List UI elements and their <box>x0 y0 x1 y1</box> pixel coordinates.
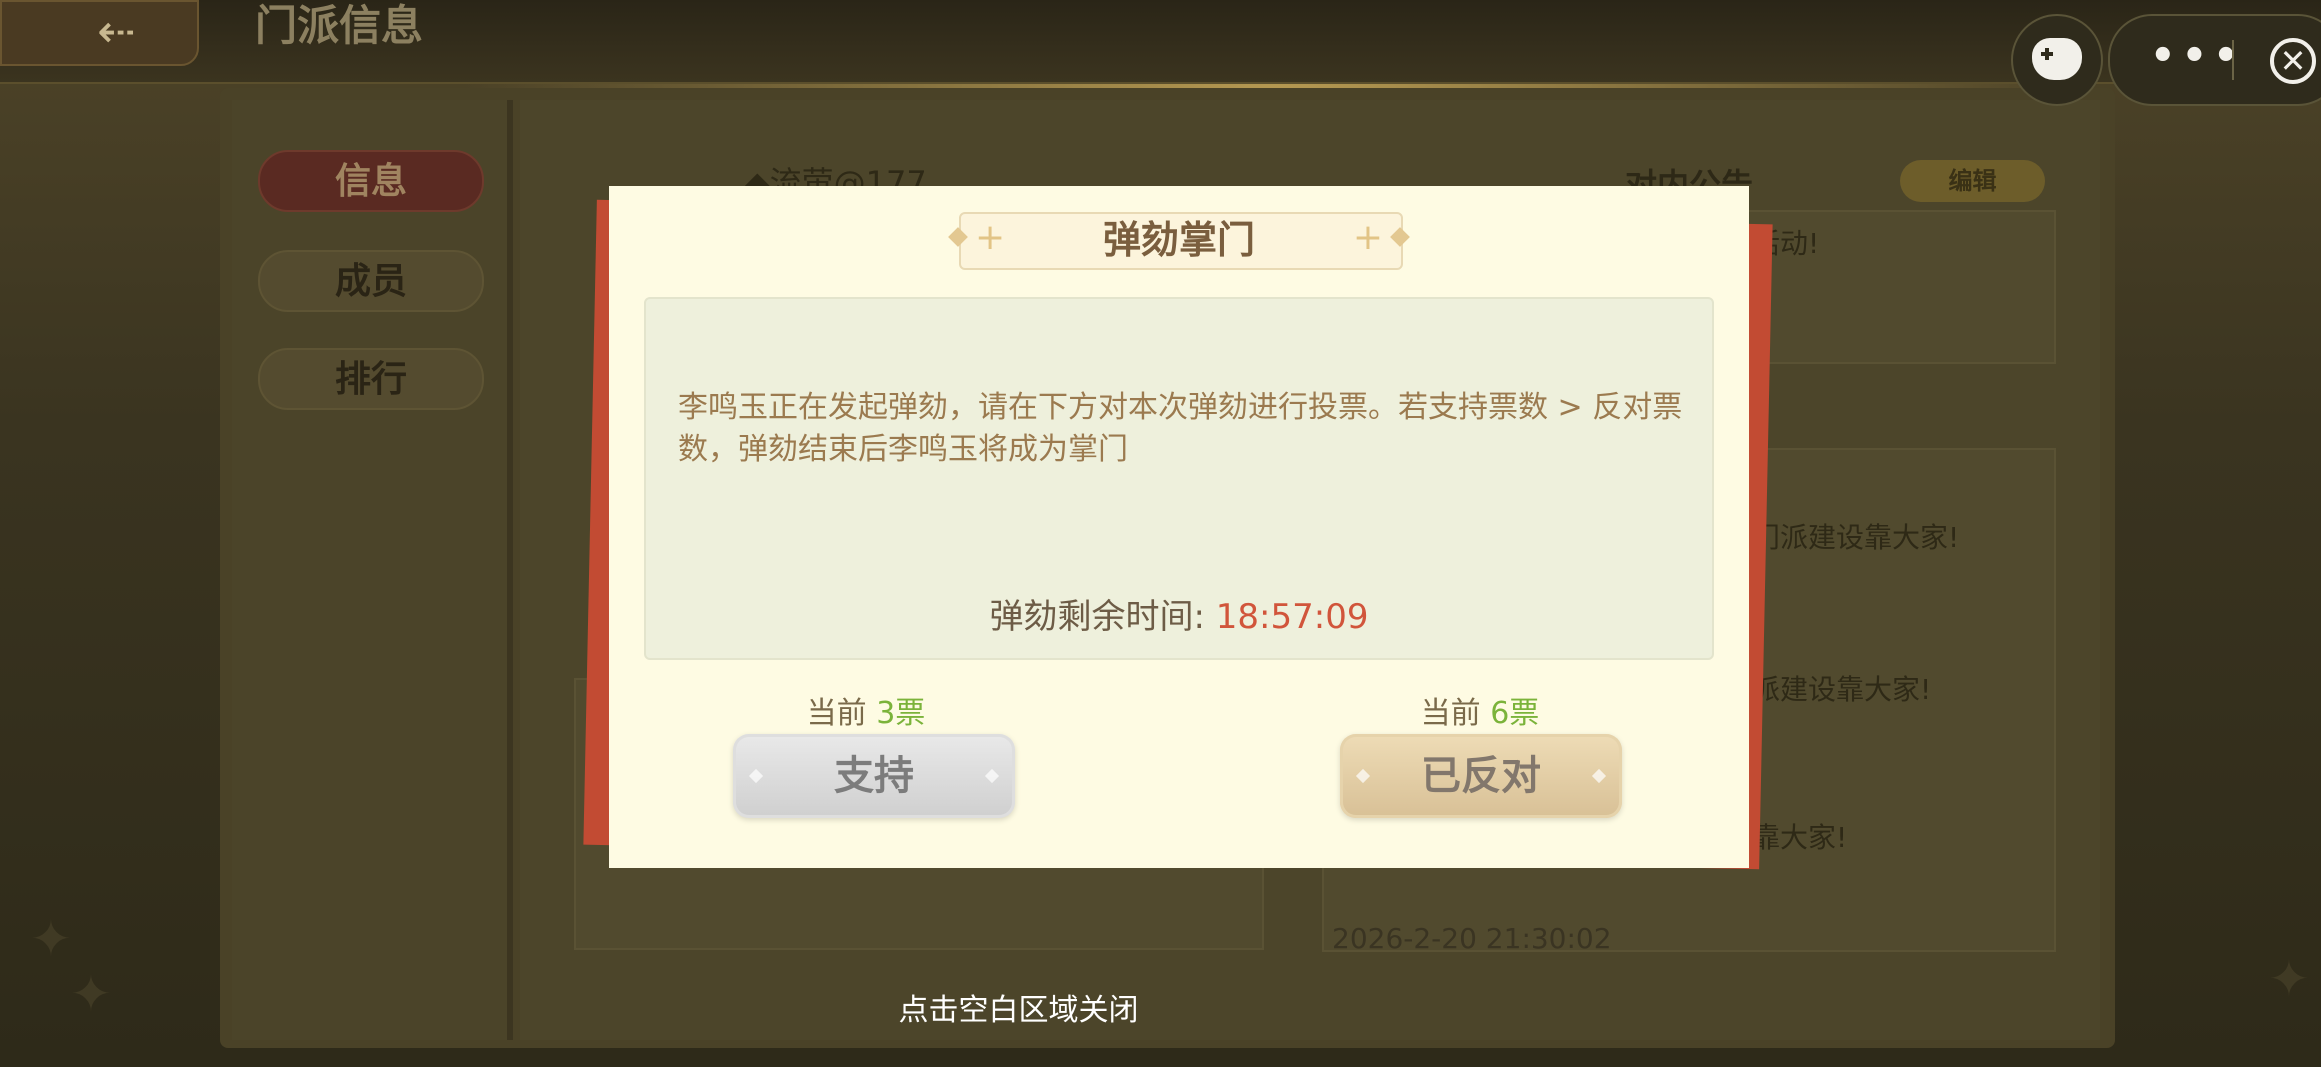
gamepad-icon <box>2032 38 2082 80</box>
dialog-title: 弹劾掌门 <box>1102 217 1255 262</box>
support-button-label: 支持 <box>834 752 914 799</box>
gem-ornament-icon <box>984 768 1000 784</box>
oppose-vote-count: 当前 6票 <box>1330 688 1630 732</box>
countdown-value: 18:57:09 <box>1215 597 1369 637</box>
close-hint: 点击空白区域关闭 <box>898 993 1139 1028</box>
vote-prefix: 当前 <box>1420 696 1491 731</box>
gem-ornament-icon <box>1591 768 1607 784</box>
gem-ornament-icon <box>1355 768 1371 784</box>
opposed-button-label: 已反对 <box>1421 752 1541 799</box>
impeach-message: 李鸣玉正在发起弹劾，请在下方对本次弹劾进行投票。若支持票数 > 反对票数，弹劾结… <box>678 390 1683 467</box>
opposed-button[interactable]: 已反对 <box>1340 734 1622 818</box>
support-button[interactable]: 支持 <box>733 734 1015 818</box>
countdown: 弹劾剩余时间: 18:57:09 <box>646 589 1712 638</box>
capsule-divider <box>2232 40 2234 80</box>
support-vote-count: 当前 3票 <box>716 688 1016 732</box>
message-box: 李鸣玉正在发起弹劾，请在下方对本次弹劾进行投票。若支持票数 > 反对票数，弹劾结… <box>644 297 1714 660</box>
more-dots-icon[interactable]: ••• <box>2150 36 2245 76</box>
impeach-dialog: + + 弹劾掌门 李鸣玉正在发起弹劾，请在下方对本次弹劾进行投票。若支持票数 >… <box>609 186 1749 868</box>
dialog-title-banner: + + 弹劾掌门 <box>945 212 1413 270</box>
mini-program-capsule: ••• ✕ <box>2108 14 2321 106</box>
countdown-label: 弹劾剩余时间: <box>989 597 1216 637</box>
close-circle-icon[interactable]: ✕ <box>2270 38 2316 84</box>
vote-prefix: 当前 <box>806 696 877 731</box>
game-center-button[interactable] <box>2011 14 2103 106</box>
vote-number: 6票 <box>1490 696 1540 731</box>
gem-ornament-icon <box>748 768 764 784</box>
vote-number: 3票 <box>876 696 926 731</box>
